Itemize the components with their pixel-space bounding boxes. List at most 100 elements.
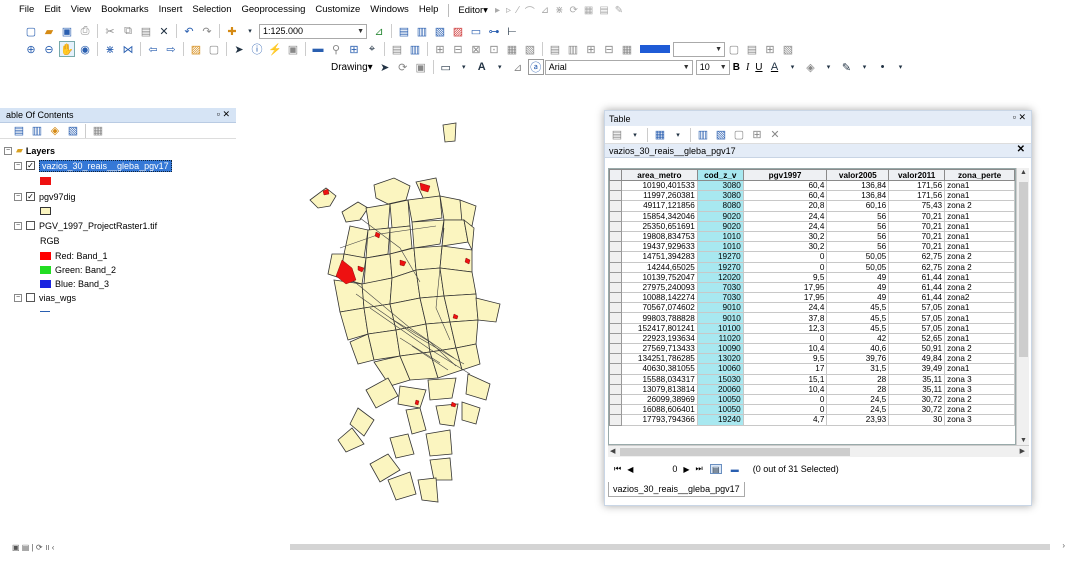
drawing-menu-button[interactable]: Drawing▾ <box>328 62 376 73</box>
edit-tool-icon[interactable]: ▸ <box>492 5 503 16</box>
related-tables-dropdown-icon[interactable]: ▾ <box>670 127 686 143</box>
table-cell-cod-z-v[interactable]: 9010 <box>696 312 744 324</box>
toc-layer-vias[interactable]: − vias_wgs <box>14 291 76 304</box>
editor-tool-3-icon[interactable]: ⊞ <box>583 41 599 57</box>
table-cell-valor2005[interactable]: 49 <box>826 271 890 283</box>
table-cell-valor2011[interactable]: 49,84 <box>888 353 946 365</box>
row-selector[interactable] <box>609 281 622 294</box>
table-cell-area-metro[interactable]: 19437,929633 <box>620 241 698 253</box>
table-cell-valor2005[interactable]: 45,5 <box>826 302 890 314</box>
print-icon[interactable]: ⎙ <box>77 23 93 39</box>
table-cell-zona-perte[interactable]: zona 2 <box>944 404 1015 416</box>
row-selector[interactable] <box>609 210 622 222</box>
layer-name[interactable]: vias_wgs <box>39 293 76 303</box>
table-row[interactable]: 17793,794366 19240 4,7 23,93 30 zona 3 <box>609 414 1015 426</box>
delete-selected-icon[interactable]: ⊞ <box>749 127 765 143</box>
marker-color-icon[interactable]: • <box>875 59 891 75</box>
toc-layer-vazios[interactable]: − ✓ vazios_30_reais__gleba_pgv17 <box>14 159 172 172</box>
table-cell-cod-z-v[interactable]: 3080 <box>696 190 744 202</box>
table-cell-zona-perte[interactable]: zona1 <box>944 190 1015 202</box>
model-builder-icon[interactable]: ⊶ <box>486 23 502 39</box>
table-cell-zona-perte[interactable]: zona1 <box>944 322 1015 334</box>
map-view[interactable] <box>240 108 600 508</box>
table-row[interactable]: 40630,381055 10060 17 31,5 39,49 zona1 <box>609 363 1015 375</box>
table-cell-area-metro[interactable]: 134251,786285 <box>620 353 698 365</box>
table-cell-valor2005[interactable]: 136,84 <box>826 179 890 192</box>
table-cell-pgv1997[interactable]: 0 <box>742 332 828 345</box>
table-cell-pgv1997[interactable]: 37,8 <box>742 312 828 324</box>
create-viewer-icon[interactable]: ▥ <box>407 41 423 57</box>
table-cell-area-metro[interactable]: 152417,801241 <box>620 322 698 334</box>
row-selector[interactable] <box>609 373 622 385</box>
table-cell-valor2005[interactable]: 56 <box>826 230 890 243</box>
table-cell-valor2011[interactable]: 62,75 <box>888 261 946 273</box>
editor-tool-2-icon[interactable]: ▥ <box>565 41 581 57</box>
identify-icon[interactable]: ⓘ <box>249 41 265 57</box>
menu-selection[interactable]: Selection <box>187 0 236 20</box>
table-cell-cod-z-v[interactable]: 20060 <box>696 383 744 395</box>
table-cell-valor2005[interactable]: 50,05 <box>826 261 890 273</box>
table-cell-valor2005[interactable]: 45,5 <box>826 322 890 334</box>
table-cell-cod-z-v[interactable]: 1010 <box>696 230 744 243</box>
text-icon[interactable]: A <box>474 59 490 75</box>
table-cell-zona-perte[interactable]: zona 2 <box>944 200 1015 212</box>
table-of-contents-icon[interactable]: ▤ <box>396 23 412 39</box>
row-selector[interactable] <box>609 393 622 406</box>
layer-combo[interactable]: ▼ <box>673 41 725 57</box>
table-cell-valor2011[interactable]: 30,72 <box>888 393 946 406</box>
menu-geoprocessing[interactable]: Geoprocessing <box>236 0 310 20</box>
new-document-icon[interactable]: ▢ <box>23 23 39 39</box>
scroll-right-icon[interactable]: ▶ <box>1020 447 1025 455</box>
clear-table-selection-icon[interactable]: ▢ <box>731 127 747 143</box>
scroll-left-icon[interactable]: ◀ <box>610 447 615 455</box>
table-cell-zona-perte[interactable]: zona1 <box>944 230 1015 243</box>
table-row[interactable]: 15588,034317 15030 15,1 28 35,11 zona 3 <box>609 373 1015 385</box>
rectangle-dropdown-icon[interactable]: ▾ <box>456 59 472 75</box>
fixed-zoom-out-icon[interactable]: ⋈ <box>120 41 136 57</box>
scroll-right-icon[interactable]: › <box>1062 541 1065 550</box>
attributes-icon[interactable]: ▦ <box>581 5 596 16</box>
table-cell-valor2011[interactable]: 30 <box>888 414 946 426</box>
table-cell-zona-perte[interactable]: zona 2 <box>944 281 1015 294</box>
table-cell-pgv1997[interactable]: 0 <box>742 404 828 416</box>
table-cell-zona-perte[interactable]: zona1 <box>944 312 1015 324</box>
georef-tool-3-icon[interactable]: ⊠ <box>468 41 484 57</box>
table-cell-zona-perte[interactable]: zona1 <box>944 241 1015 253</box>
georef-tool-5-icon[interactable]: ▦ <box>504 41 520 57</box>
table-cell-valor2011[interactable]: 62,75 <box>888 251 946 263</box>
table-cell-valor2005[interactable]: 24,5 <box>826 393 890 406</box>
table-cell-area-metro[interactable]: 27975,240093 <box>620 281 698 294</box>
table-cell-area-metro[interactable]: 70567,074602 <box>620 302 698 314</box>
table-cell-zona-perte[interactable]: zona1 <box>944 220 1015 232</box>
row-selector[interactable] <box>609 251 622 263</box>
row-selector[interactable] <box>609 322 622 334</box>
table-cell-zona-perte[interactable]: zona 2 <box>944 251 1015 263</box>
georef-tool-2-icon[interactable]: ⊟ <box>450 41 466 57</box>
select-features-icon[interactable]: ▨ <box>188 41 204 57</box>
table-cell-cod-z-v[interactable]: 19270 <box>696 261 744 273</box>
table-cell-zona-perte[interactable]: zona1 <box>944 271 1015 283</box>
undo-icon[interactable]: ↶ <box>181 23 197 39</box>
table-row[interactable]: 27569,713433 10090 10,4 40,6 50,91 zona 2 <box>609 342 1015 355</box>
table-cell-valor2011[interactable]: 61,44 <box>888 292 946 304</box>
cut-icon[interactable]: ✂ <box>102 23 118 39</box>
map-horizontal-scrollbar[interactable] <box>290 544 1050 550</box>
menu-bookmarks[interactable]: Bookmarks <box>96 0 154 20</box>
table-cell-area-metro[interactable]: 14244,65025 <box>620 261 698 273</box>
layer-visibility-checkbox[interactable] <box>26 293 35 302</box>
table-cell-valor2011[interactable]: 30,72 <box>888 404 946 416</box>
table-cell-valor2005[interactable]: 50,05 <box>826 251 890 263</box>
collapse-icon[interactable]: − <box>4 146 12 155</box>
edit-annotation-icon[interactable]: ▹ <box>503 5 514 16</box>
scroll-thumb[interactable] <box>1019 182 1028 357</box>
layer-visibility-checkbox[interactable] <box>26 221 35 230</box>
line-color-dropdown-icon[interactable]: ▾ <box>857 59 873 75</box>
straight-segment-icon[interactable]: ∕ <box>514 5 522 16</box>
table-cell-area-metro[interactable]: 27569,713433 <box>620 342 698 355</box>
layer-visibility-checkbox[interactable]: ✓ <box>26 192 35 201</box>
table-row[interactable]: 70567,074602 9010 24,4 45,5 57,05 zona1 <box>609 302 1015 314</box>
table-cell-valor2005[interactable]: 42 <box>826 332 890 345</box>
go-forward-icon[interactable]: ⇨ <box>163 41 179 57</box>
row-selector[interactable] <box>609 230 622 243</box>
table-row[interactable]: 26099,38969 10050 0 24,5 30,72 zona 2 <box>609 393 1015 406</box>
